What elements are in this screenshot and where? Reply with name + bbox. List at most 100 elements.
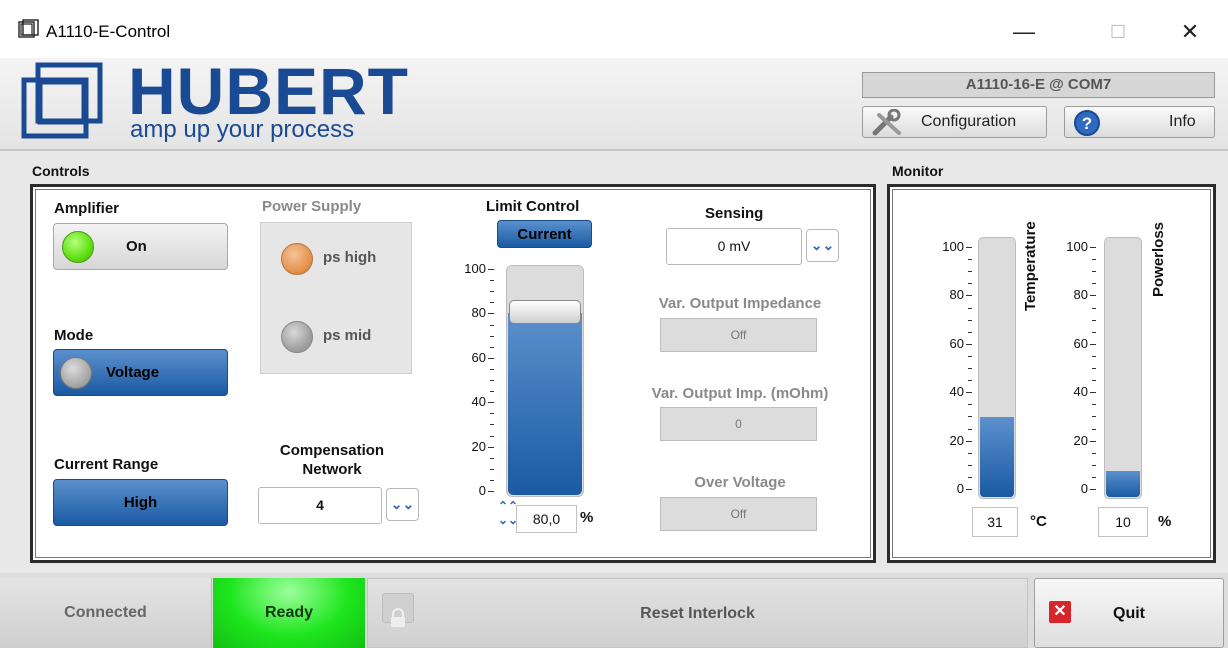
temperature-tick-label: 40: [949, 384, 964, 400]
limit-minor-tick: [490, 380, 494, 381]
minimize-button[interactable]: —: [1004, 18, 1044, 46]
sensing-label: Sensing: [705, 205, 764, 222]
powerloss-minor-tick: [1092, 319, 1096, 321]
stepper-up-icon[interactable]: ⌃⌃: [498, 499, 518, 513]
limit-minor-tick: [490, 468, 494, 470]
powerloss-tick-label: 0: [1080, 481, 1088, 496]
app-header: HUBERT amp up your process A1110-16-E @ …: [0, 58, 1228, 151]
powerloss-unit: %: [1158, 513, 1172, 530]
lock-icon: [382, 593, 414, 627]
mode-voltage-button[interactable]: Voltage: [53, 349, 228, 396]
brand-name: HUBERT: [128, 54, 409, 128]
amplifier-button-label: On: [126, 238, 147, 255]
powerloss-tick-mark: [1090, 489, 1096, 490]
status-bar: Connected Ready Reset Interlock ✕ Quit: [0, 573, 1228, 648]
temperature-minor-tick: [968, 380, 972, 382]
ps-high-label: ps high: [323, 249, 377, 266]
power-supply-panel: ps high ps mid: [260, 222, 412, 374]
current-range-button[interactable]: High: [53, 479, 228, 526]
var-output-impedance-field[interactable]: Off: [660, 318, 817, 352]
powerloss-minor-tick: [1092, 380, 1096, 382]
temperature-tick-label: 60: [949, 335, 964, 351]
var-output-imp-mohm-field[interactable]: 0: [660, 407, 817, 441]
limit-tick-mark: [488, 313, 494, 315]
temperature-minor-tick: [968, 331, 972, 333]
close-button[interactable]: ✕: [1170, 18, 1210, 46]
powerloss-tick-label: 40: [1073, 384, 1088, 400]
temperature-scale: 100 80 60 40 20 0: [930, 239, 980, 496]
amplifier-on-button[interactable]: On: [53, 223, 228, 270]
compensation-dropdown-arrow-icon[interactable]: ⌄⌄: [386, 488, 419, 521]
temperature-minor-tick: [968, 283, 972, 285]
limit-minor-tick: [490, 457, 494, 459]
reset-interlock-button[interactable]: Reset Interlock: [367, 578, 1028, 648]
temperature-minor-tick: [968, 355, 972, 357]
ps-high-led: [281, 243, 313, 275]
limit-minor-tick: [490, 280, 494, 282]
powerloss-minor-tick: [1092, 416, 1096, 418]
configuration-button[interactable]: Configuration: [862, 106, 1047, 138]
temperature-tick-mark: [966, 295, 972, 297]
device-connection-label: A1110-16-E @ COM7: [862, 72, 1215, 98]
limit-tick-label: 20: [471, 438, 486, 454]
powerloss-tick-label: 80: [1073, 287, 1088, 303]
limit-control-scale: 100 80 60 40 20 0: [452, 261, 502, 498]
compensation-network-dropdown[interactable]: 4: [258, 487, 382, 524]
powerloss-minor-tick: [1092, 452, 1096, 454]
limit-minor-tick: [490, 335, 494, 337]
powerloss-gauge: [1104, 237, 1142, 499]
limit-control-slider-thumb[interactable]: [509, 299, 581, 324]
powerloss-minor-tick: [1092, 404, 1096, 406]
main-panel: Controls Monitor Amplifier On Power Supp…: [0, 151, 1228, 573]
brand-tagline: amp up your process: [130, 116, 355, 143]
powerloss-minor-tick: [1092, 331, 1096, 333]
limit-control-stepper[interactable]: ⌃⌃ ⌄⌄: [498, 499, 518, 539]
sensing-dropdown-arrow-icon[interactable]: ⌄⌄: [806, 229, 839, 262]
info-button[interactable]: ? Info: [1064, 106, 1215, 138]
powerloss-fill: [1106, 471, 1140, 497]
temperature-minor-tick: [968, 416, 972, 418]
limit-minor-tick: [490, 479, 494, 481]
temperature-value: 31: [972, 507, 1018, 537]
limit-minor-tick: [490, 368, 494, 370]
limit-minor-tick: [490, 424, 494, 426]
limit-control-mode-button[interactable]: Current: [497, 220, 592, 248]
stepper-down-icon[interactable]: ⌄⌄: [498, 513, 518, 527]
powerloss-minor-tick: [1092, 355, 1096, 357]
sensing-dropdown[interactable]: 0 mV: [666, 228, 802, 265]
limit-tick-label: 80: [471, 305, 486, 321]
limit-control-value-input[interactable]: 80,0: [516, 505, 577, 533]
configuration-label: Configuration: [921, 113, 1017, 130]
limit-tick-mark: [488, 446, 494, 448]
current-range-button-label: High: [123, 494, 158, 511]
mode-status-led: [60, 357, 92, 389]
limit-tick-label: 60: [471, 349, 486, 365]
over-voltage-label: Over Voltage: [694, 474, 786, 491]
temperature-minor-tick: [968, 368, 972, 369]
app-icon: [18, 19, 40, 39]
temperature-minor-tick: [968, 428, 972, 430]
quit-button[interactable]: ✕ Quit: [1034, 578, 1224, 648]
window-title: A1110-E-Control: [46, 22, 171, 41]
temperature-tick-label: 0: [956, 481, 964, 496]
limit-control-slider[interactable]: [506, 265, 584, 497]
maximize-button[interactable]: ☐: [1098, 18, 1138, 46]
temperature-tick-mark: [966, 489, 972, 490]
temperature-minor-tick: [968, 476, 972, 478]
over-voltage-field[interactable]: Off: [660, 497, 817, 531]
limit-tick-label: 100: [464, 261, 486, 276]
limit-control-mode-label: Current: [517, 226, 572, 243]
limit-minor-tick: [490, 435, 494, 437]
temperature-minor-tick: [968, 271, 972, 273]
temperature-minor-tick: [968, 259, 972, 261]
limit-tick-mark: [488, 402, 494, 404]
amplifier-label: Amplifier: [54, 200, 120, 217]
reset-interlock-label: Reset Interlock: [640, 605, 755, 622]
temperature-minor-tick: [968, 464, 972, 466]
power-supply-label: Power Supply: [262, 198, 362, 215]
powerloss-tick-label: 100: [1066, 239, 1088, 254]
temperature-minor-tick: [968, 452, 972, 454]
compensation-label-line2: Network: [302, 461, 362, 478]
powerloss-minor-tick: [1092, 307, 1096, 309]
limit-minor-tick: [490, 291, 494, 293]
